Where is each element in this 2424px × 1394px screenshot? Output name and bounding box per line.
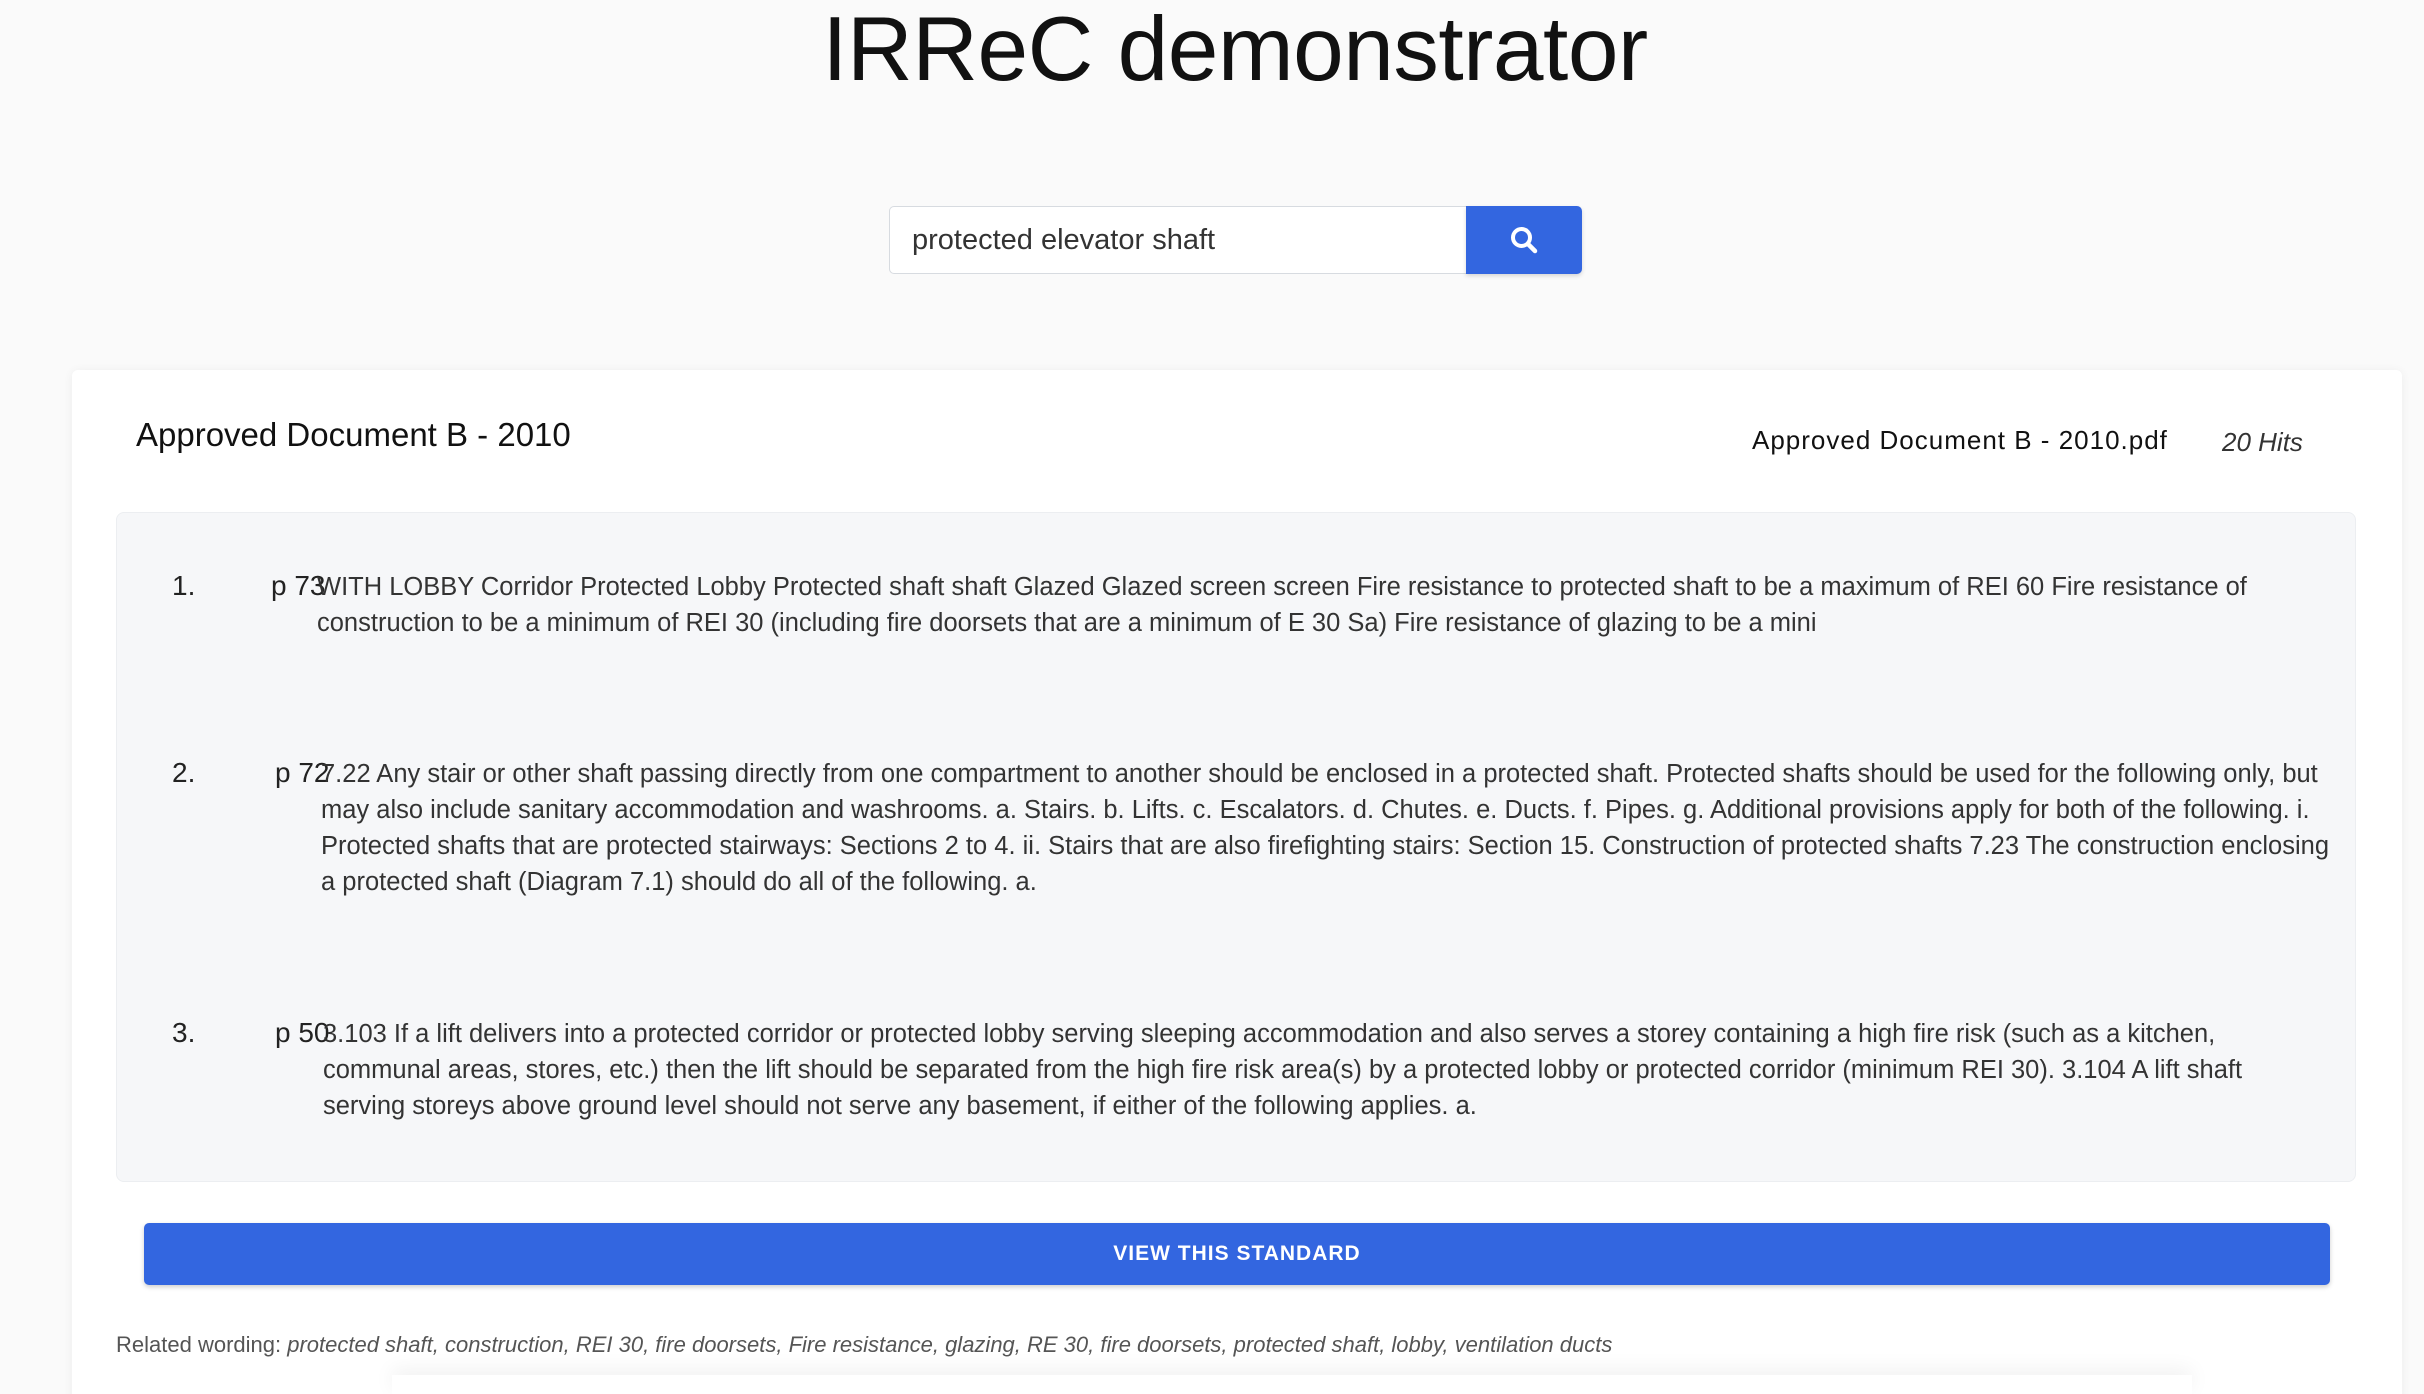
- result-snippet: 7.22 Any stair or other shaft passing di…: [321, 760, 2330, 896]
- related-terms: protected shaft, construction, REI 30, f…: [287, 1332, 1613, 1357]
- result-number: 3.: [172, 1017, 196, 1048]
- page: IRReC demonstrator Approved Document B -…: [0, 0, 2424, 1394]
- result-page: p 50: [275, 1017, 330, 1048]
- search-button[interactable]: [1466, 206, 1582, 274]
- result-number: 2.: [172, 757, 196, 788]
- hits-count: 20 Hits: [2222, 427, 2303, 457]
- divider: [392, 1375, 2192, 1394]
- view-standard-button[interactable]: VIEW THIS STANDARD: [144, 1223, 2330, 1285]
- related-label: Related wording:: [116, 1332, 288, 1357]
- app-title: IRReC demonstrator: [822, 0, 1648, 100]
- search-bar: [889, 206, 1582, 274]
- result-number: 1.: [172, 570, 196, 601]
- document-title: Approved Document B - 2010: [136, 416, 571, 453]
- document-card: Approved Document B - 2010 Approved Docu…: [72, 370, 2402, 1394]
- result-snippet: 3.103 If a lift delivers into a protecte…: [323, 1020, 2243, 1120]
- result-snippet: WITH LOBBY Corridor Protected Lobby Prot…: [317, 573, 2247, 637]
- search-icon: [1509, 225, 1539, 255]
- results-list: 1. p 73 WITH LOBBY Corridor Protected Lo…: [116, 512, 2356, 1182]
- related-wording: Related wording: protected shaft, constr…: [116, 1332, 1612, 1358]
- document-filename[interactable]: Approved Document B - 2010.pdf: [1752, 425, 2168, 456]
- search-input[interactable]: [889, 206, 1467, 274]
